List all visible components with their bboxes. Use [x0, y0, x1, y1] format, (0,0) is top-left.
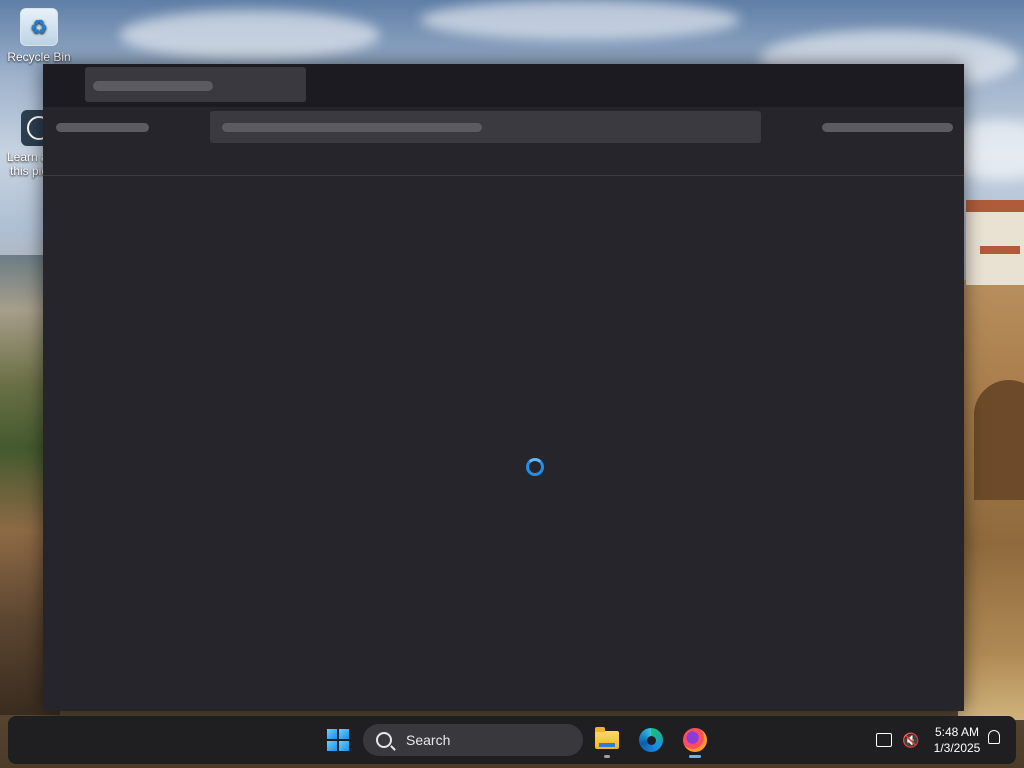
browser-window — [43, 64, 964, 711]
toolbar-right-placeholder — [822, 123, 953, 132]
clock[interactable]: 5:48 AM 1/3/2025 — [926, 724, 988, 756]
bridge-arch — [974, 380, 1024, 500]
title-bar — [43, 64, 964, 107]
desktop-icon-label: Recycle Bin — [7, 50, 71, 64]
address-placeholder — [222, 123, 482, 132]
network-button[interactable] — [876, 716, 892, 764]
building — [966, 205, 1024, 285]
taskbar-firefox[interactable] — [675, 720, 715, 760]
loading-spinner-icon — [526, 458, 544, 476]
building-roof — [966, 200, 1024, 212]
taskbar-file-explorer[interactable] — [587, 720, 627, 760]
taskbar-search[interactable]: Search — [363, 724, 583, 756]
running-indicator — [604, 755, 610, 758]
clock-time: 5:48 AM — [934, 725, 980, 739]
volume-muted-icon: 🔇 — [902, 731, 920, 748]
building-roof — [980, 246, 1020, 254]
toolbar-left-placeholder — [56, 123, 149, 132]
firefox-icon — [683, 728, 707, 752]
taskbar: Search 🔇 5:48 AM 1/3/2025 — [8, 716, 1016, 764]
desktop-icon-recycle-bin[interactable]: ♻ Recycle Bin — [6, 8, 72, 64]
search-label: Search — [406, 732, 451, 748]
windows-start-icon — [327, 729, 349, 751]
clock-date: 1/3/2025 — [933, 741, 981, 755]
bell-icon[interactable] — [988, 730, 1000, 744]
taskbar-edge[interactable] — [631, 720, 671, 760]
cloud — [120, 10, 380, 60]
file-explorer-icon — [595, 727, 619, 749]
recycle-bin-icon: ♻ — [20, 8, 58, 46]
tab-title-placeholder — [93, 81, 213, 91]
search-icon — [376, 732, 392, 748]
volume-button[interactable]: 🔇 — [902, 716, 919, 764]
address-bar[interactable] — [210, 111, 761, 143]
network-icon — [876, 733, 892, 747]
start-button[interactable] — [318, 720, 358, 760]
running-indicator — [689, 755, 701, 758]
cloud — [420, 0, 740, 40]
page-content — [43, 176, 964, 711]
browser-tab[interactable] — [85, 67, 306, 102]
landscape-cliff — [958, 280, 1024, 720]
edge-icon — [639, 728, 663, 752]
browser-toolbar — [43, 107, 964, 176]
